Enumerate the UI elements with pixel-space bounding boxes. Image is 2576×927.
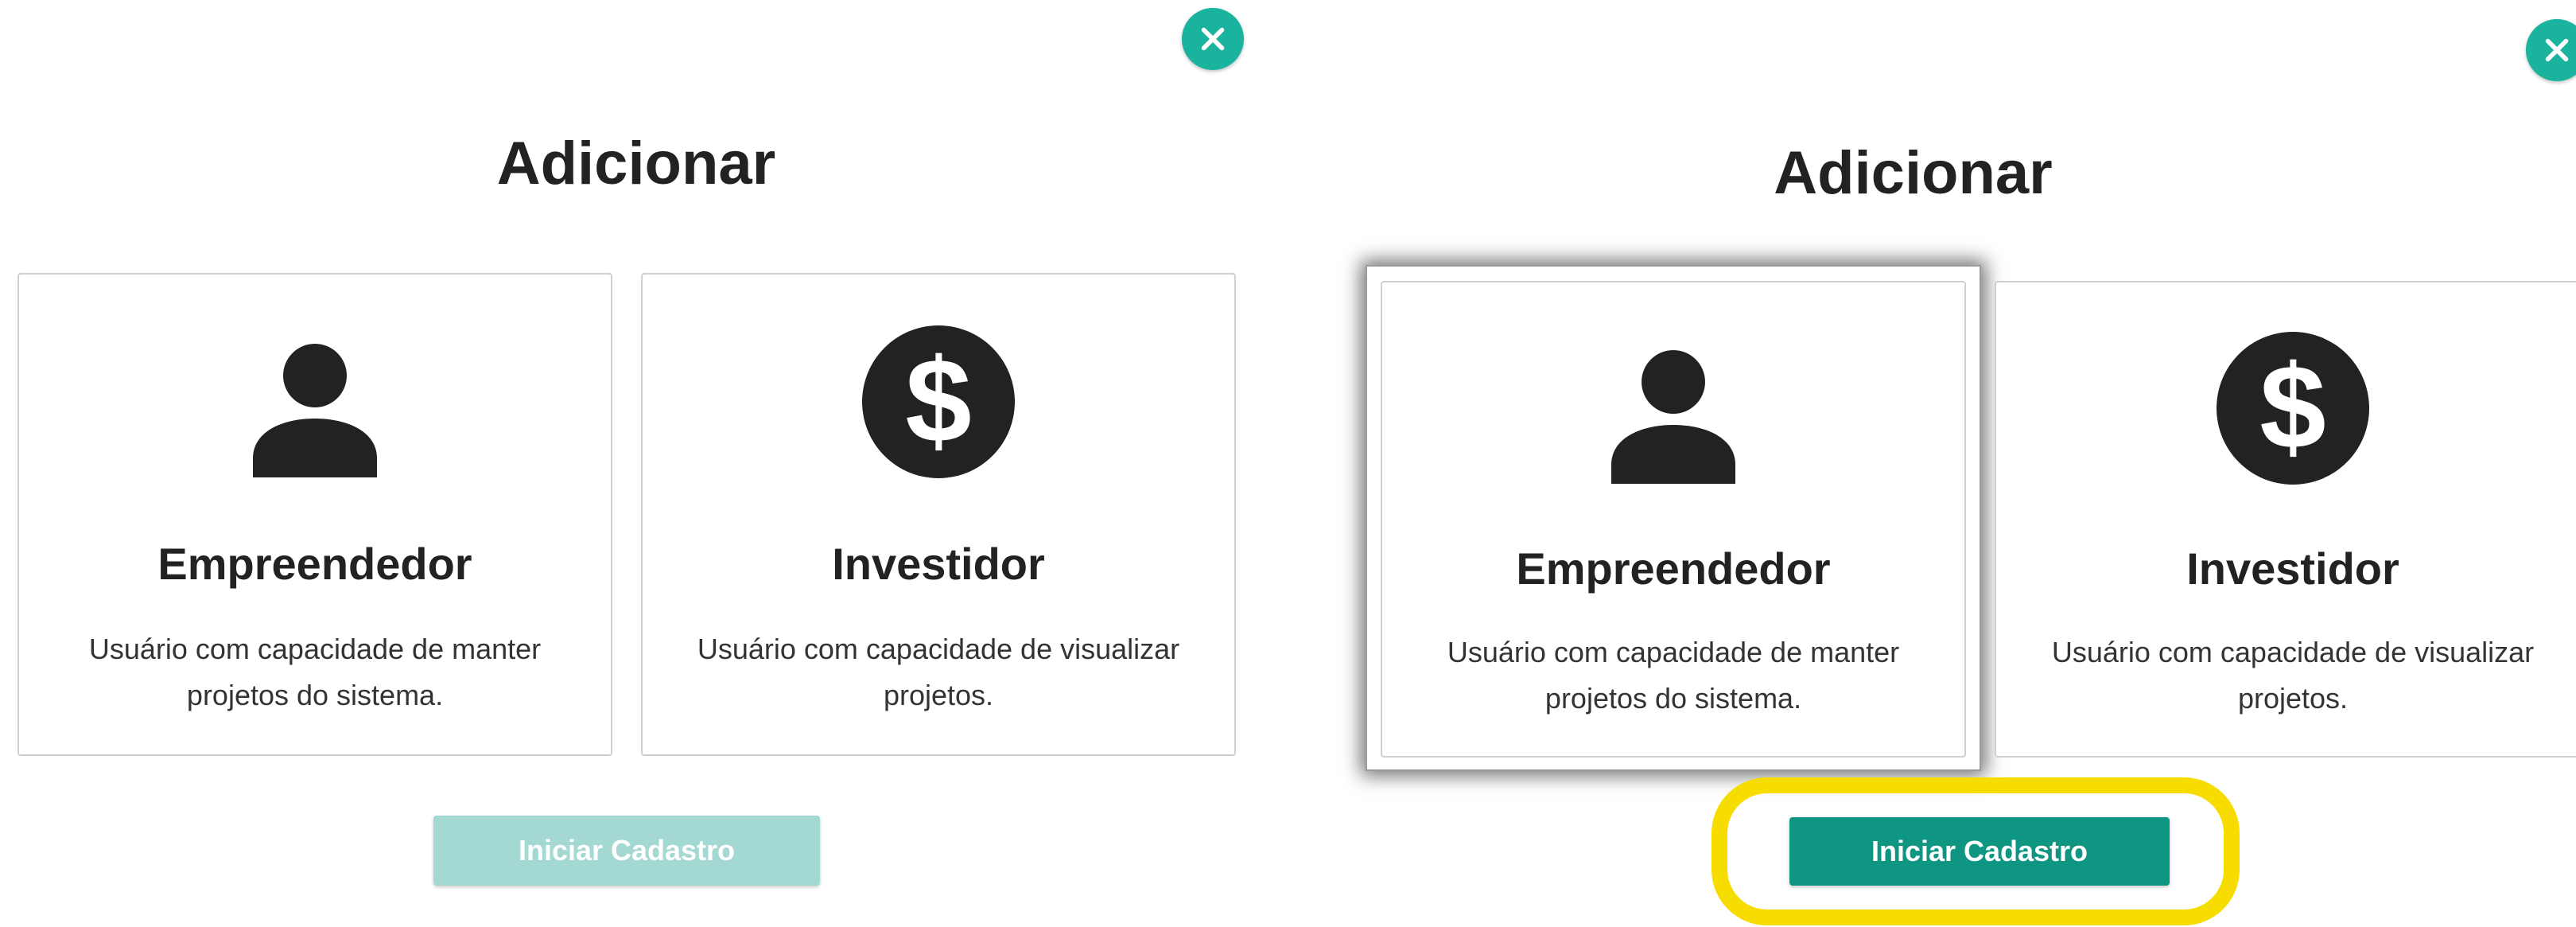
role-card-empreendedor[interactable]: Empreendedor Usuário com capacidade de m… (1381, 281, 1966, 758)
dollar-icon: $ (1996, 329, 2576, 488)
role-card-investidor[interactable]: $ Investidor Usuário com capacidade de v… (641, 273, 1236, 756)
start-registration-button[interactable]: Iniciar Cadastro (433, 816, 820, 886)
dialog-title: Adicionar (496, 130, 776, 197)
close-icon (1201, 27, 1225, 51)
card-title: Empreendedor (1516, 543, 1831, 594)
person-icon (19, 330, 611, 489)
role-card-empreendedor[interactable]: Empreendedor Usuário com capacidade de m… (17, 273, 612, 756)
card-title: Investidor (832, 539, 1045, 589)
add-user-dialog-left: Adicionar Empreendedor Usuário com capac… (0, 0, 1272, 927)
close-button[interactable] (1182, 8, 1244, 70)
add-user-dialog-right: Adicionar Empreendedor Usuário com capac… (1304, 0, 2576, 927)
dialog-title: Adicionar (1774, 139, 2053, 207)
close-icon (2545, 38, 2569, 62)
start-registration-button[interactable]: Iniciar Cadastro (1789, 817, 2170, 886)
card-description: Usuário com capacidade de manter projeto… (1447, 636, 1900, 715)
svg-text:$: $ (905, 333, 971, 467)
dollar-icon: $ (643, 322, 1234, 481)
card-title: Empreendedor (157, 539, 472, 589)
card-title: Investidor (2186, 543, 2399, 594)
person-icon (1382, 337, 1964, 496)
close-button[interactable] (2526, 19, 2576, 81)
svg-text:$: $ (2259, 340, 2325, 473)
card-description: Usuário com capacidade de manter projeto… (88, 633, 542, 711)
card-description: Usuário com capacidade de visualizar pro… (697, 633, 1180, 711)
card-description: Usuário com capacidade de visualizar pro… (2051, 636, 2535, 715)
role-card-investidor[interactable]: $ Investidor Usuário com capacidade de v… (1995, 281, 2576, 758)
